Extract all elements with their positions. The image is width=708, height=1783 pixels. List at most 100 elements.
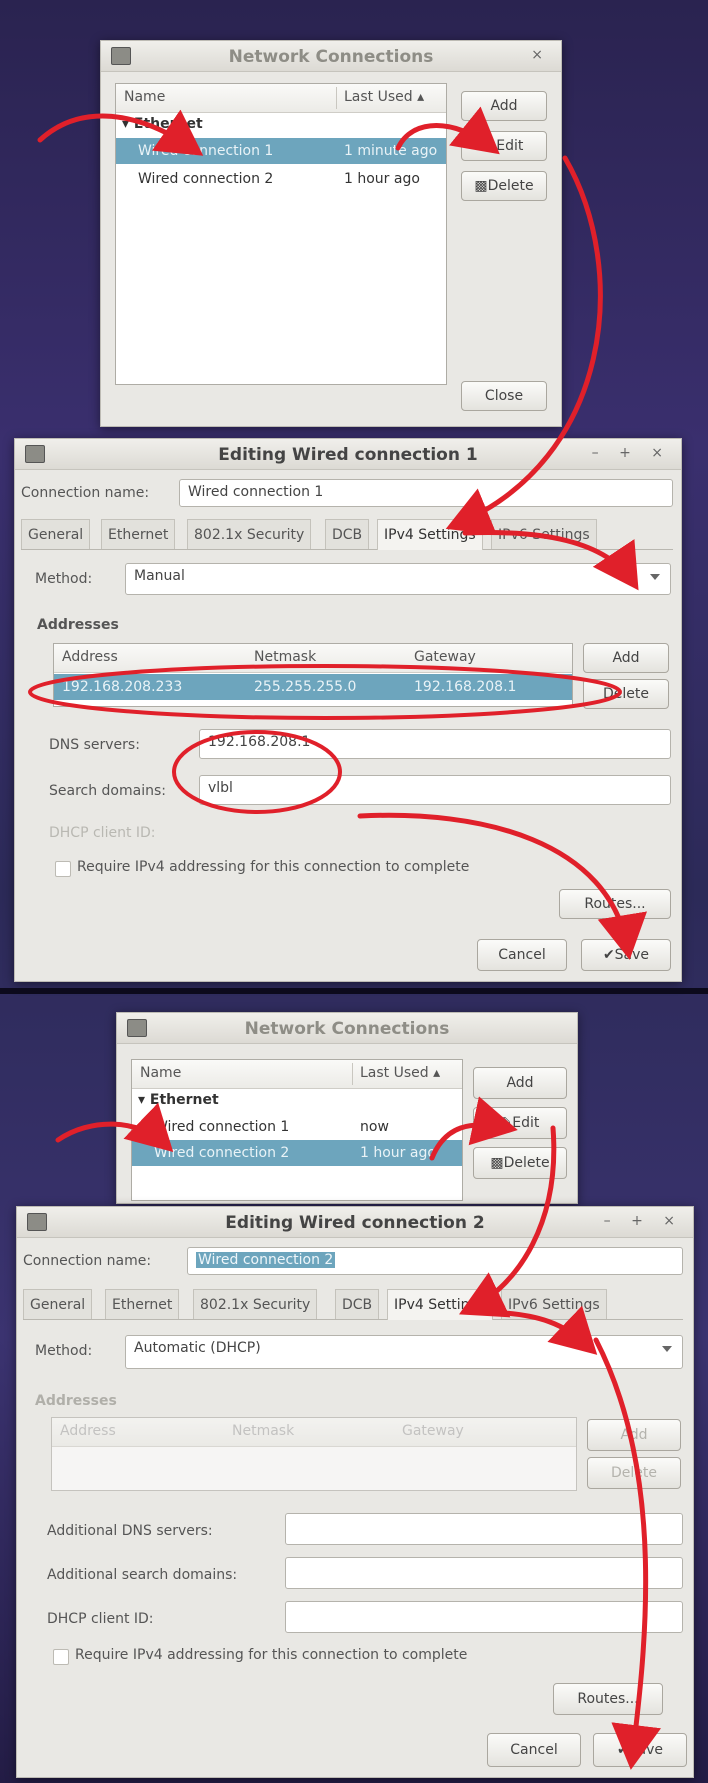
- window-controls-icon[interactable]: – + ×: [604, 1213, 683, 1229]
- connection-name: Wired connection 1: [138, 143, 274, 159]
- method-select[interactable]: Manual: [125, 563, 671, 595]
- window-title: Network Connections: [244, 1019, 450, 1039]
- group-ethernet[interactable]: ▾ Ethernet: [138, 1092, 219, 1108]
- require-ipv4-checkbox[interactable]: [55, 861, 71, 877]
- additional-dns-servers-label: Additional DNS servers:: [47, 1523, 213, 1539]
- dhcp-client-id-label: DHCP client ID:: [47, 1611, 154, 1627]
- routes-button[interactable]: Routes...: [559, 889, 671, 919]
- method-select[interactable]: Automatic (DHCP): [125, 1335, 683, 1369]
- address-delete-button[interactable]: Delete: [583, 679, 669, 709]
- delete-button[interactable]: ▩Delete: [473, 1147, 567, 1179]
- connections-list: Name Last Used ▴ ▾ Ethernet Wired connec…: [115, 83, 447, 385]
- column-address: Address: [62, 649, 118, 665]
- routes-button[interactable]: Routes...: [553, 1683, 663, 1715]
- gateway-cell: 192.168.208.1: [414, 679, 517, 695]
- connections-list: Name Last Used ▴ ▾ Ethernet Wired connec…: [131, 1059, 463, 1201]
- edit-icon: ✎: [484, 138, 497, 154]
- cancel-button[interactable]: Cancel: [477, 939, 567, 971]
- search-domains-field[interactable]: vlbl: [199, 775, 671, 805]
- save-button[interactable]: ✔Save: [593, 1733, 687, 1767]
- editing-connection-window: Editing Wired connection 2 – + × Connect…: [16, 1206, 694, 1778]
- delete-button[interactable]: ▩Delete: [461, 171, 547, 201]
- tab-general[interactable]: General: [21, 519, 91, 549]
- editing-connection-window: Editing Wired connection 1 – + × Connect…: [14, 438, 682, 982]
- dns-servers-label: DNS servers:: [49, 737, 140, 753]
- edit-label: Edit: [512, 1115, 540, 1131]
- column-last-used[interactable]: Last Used ▴: [344, 89, 424, 105]
- method-label: Method:: [35, 1343, 93, 1359]
- address-row[interactable]: 192.168.208.233 255.255.255.0 192.168.20…: [54, 674, 572, 700]
- tab-ipv4-settings[interactable]: IPv4 Settings: [387, 1289, 493, 1320]
- column-name[interactable]: Name: [124, 89, 165, 105]
- dns-servers-field[interactable]: 192.168.208.1: [199, 729, 671, 759]
- window-controls-icon[interactable]: – + ×: [592, 445, 671, 461]
- titlebar: Editing Wired connection 1 – + ×: [15, 439, 681, 470]
- save-button[interactable]: ✔Save: [581, 939, 671, 971]
- tab-ethernet[interactable]: Ethernet: [101, 519, 176, 549]
- dhcp-client-id-label: DHCP client ID:: [49, 825, 156, 841]
- window-title: Network Connections: [228, 47, 434, 67]
- connection-row[interactable]: Wired connection 2 1 hour ago: [116, 166, 446, 192]
- tab-general[interactable]: General: [23, 1289, 93, 1319]
- tab-ipv4-settings[interactable]: IPv4 Settings: [377, 519, 483, 550]
- edit-label: Edit: [496, 138, 524, 154]
- group-ethernet[interactable]: ▾ Ethernet: [122, 116, 203, 132]
- tab-8021x-security[interactable]: 802.1x Security: [187, 519, 312, 549]
- require-ipv4-label[interactable]: Require IPv4 addressing for this connect…: [77, 859, 469, 875]
- dhcp-client-id-field[interactable]: [285, 1601, 683, 1633]
- tab-bar: General Ethernet 802.1x Security DCB IPv…: [21, 519, 673, 550]
- column-name[interactable]: Name: [140, 1065, 181, 1081]
- address-add-button[interactable]: Add: [587, 1419, 681, 1451]
- column-gateway: Gateway: [414, 649, 476, 665]
- additional-search-domains-field[interactable]: [285, 1557, 683, 1589]
- address-delete-button[interactable]: Delete: [587, 1457, 681, 1489]
- tab-8021x-security[interactable]: 802.1x Security: [193, 1289, 318, 1319]
- titlebar: Network Connections: [117, 1013, 577, 1044]
- photo-frame: Network Connections × Name Last Used ▴ ▾…: [0, 0, 708, 1783]
- add-button[interactable]: Add: [461, 91, 547, 121]
- routes-label: Routes...: [577, 1691, 639, 1707]
- close-button[interactable]: Close: [461, 381, 547, 411]
- tab-dcb[interactable]: DCB: [325, 519, 370, 549]
- require-ipv4-checkbox[interactable]: [53, 1649, 69, 1665]
- edit-button[interactable]: ✎Edit: [461, 131, 547, 161]
- titlebar: Editing Wired connection 2 – + ×: [17, 1207, 693, 1238]
- dropdown-arrow-icon: [662, 1346, 672, 1352]
- connection-name: Wired connection 2: [138, 171, 274, 187]
- connection-name-field[interactable]: Wired connection 1: [179, 479, 673, 507]
- address-add-label: Add: [612, 650, 640, 666]
- cancel-button[interactable]: Cancel: [487, 1733, 581, 1767]
- column-last-used[interactable]: Last Used ▴: [360, 1065, 440, 1081]
- tab-dcb[interactable]: DCB: [335, 1289, 380, 1319]
- column-gateway: Gateway: [402, 1423, 464, 1439]
- address-add-button[interactable]: Add: [583, 643, 669, 673]
- tab-ethernet[interactable]: Ethernet: [105, 1289, 180, 1319]
- connection-row[interactable]: Wired connection 1 now: [132, 1114, 462, 1140]
- delete-label: Delete: [487, 178, 534, 194]
- addresses-table: Address Netmask Gateway 192.168.208.233 …: [53, 643, 573, 707]
- connection-row[interactable]: Wired connection 2 1 hour ago: [132, 1140, 462, 1166]
- network-connections-window: Network Connections × Name Last Used ▴ ▾…: [100, 40, 562, 427]
- require-ipv4-label[interactable]: Require IPv4 addressing for this connect…: [75, 1647, 467, 1663]
- address-delete-label: Delete: [611, 1465, 657, 1481]
- connection-last-used: now: [360, 1119, 389, 1135]
- address-delete-label: Delete: [603, 686, 649, 702]
- additional-dns-servers-field[interactable]: [285, 1513, 683, 1545]
- delete-icon: ▩: [474, 178, 488, 194]
- close-label: Close: [484, 388, 524, 404]
- connection-name-label: Connection name:: [23, 1253, 152, 1269]
- tab-ipv6-settings[interactable]: IPv6 Settings: [491, 519, 597, 549]
- address-cell: 192.168.208.233: [62, 679, 183, 695]
- connection-name-field[interactable]: Wired connection 2: [187, 1247, 683, 1275]
- edit-button[interactable]: ✎Edit: [473, 1107, 567, 1139]
- add-button[interactable]: Add: [473, 1067, 567, 1099]
- connection-name: Wired connection 1: [154, 1119, 290, 1135]
- column-netmask: Netmask: [232, 1423, 295, 1439]
- edit-icon: ✎: [500, 1115, 513, 1131]
- connection-row[interactable]: Wired connection 1 1 minute ago: [116, 138, 446, 164]
- list-header: Name Last Used ▴: [132, 1060, 462, 1089]
- delete-icon: ▩: [490, 1155, 504, 1171]
- connection-name-value: Wired connection 2: [196, 1252, 336, 1268]
- window-controls-icon[interactable]: ×: [531, 47, 551, 63]
- tab-ipv6-settings[interactable]: IPv6 Settings: [501, 1289, 607, 1319]
